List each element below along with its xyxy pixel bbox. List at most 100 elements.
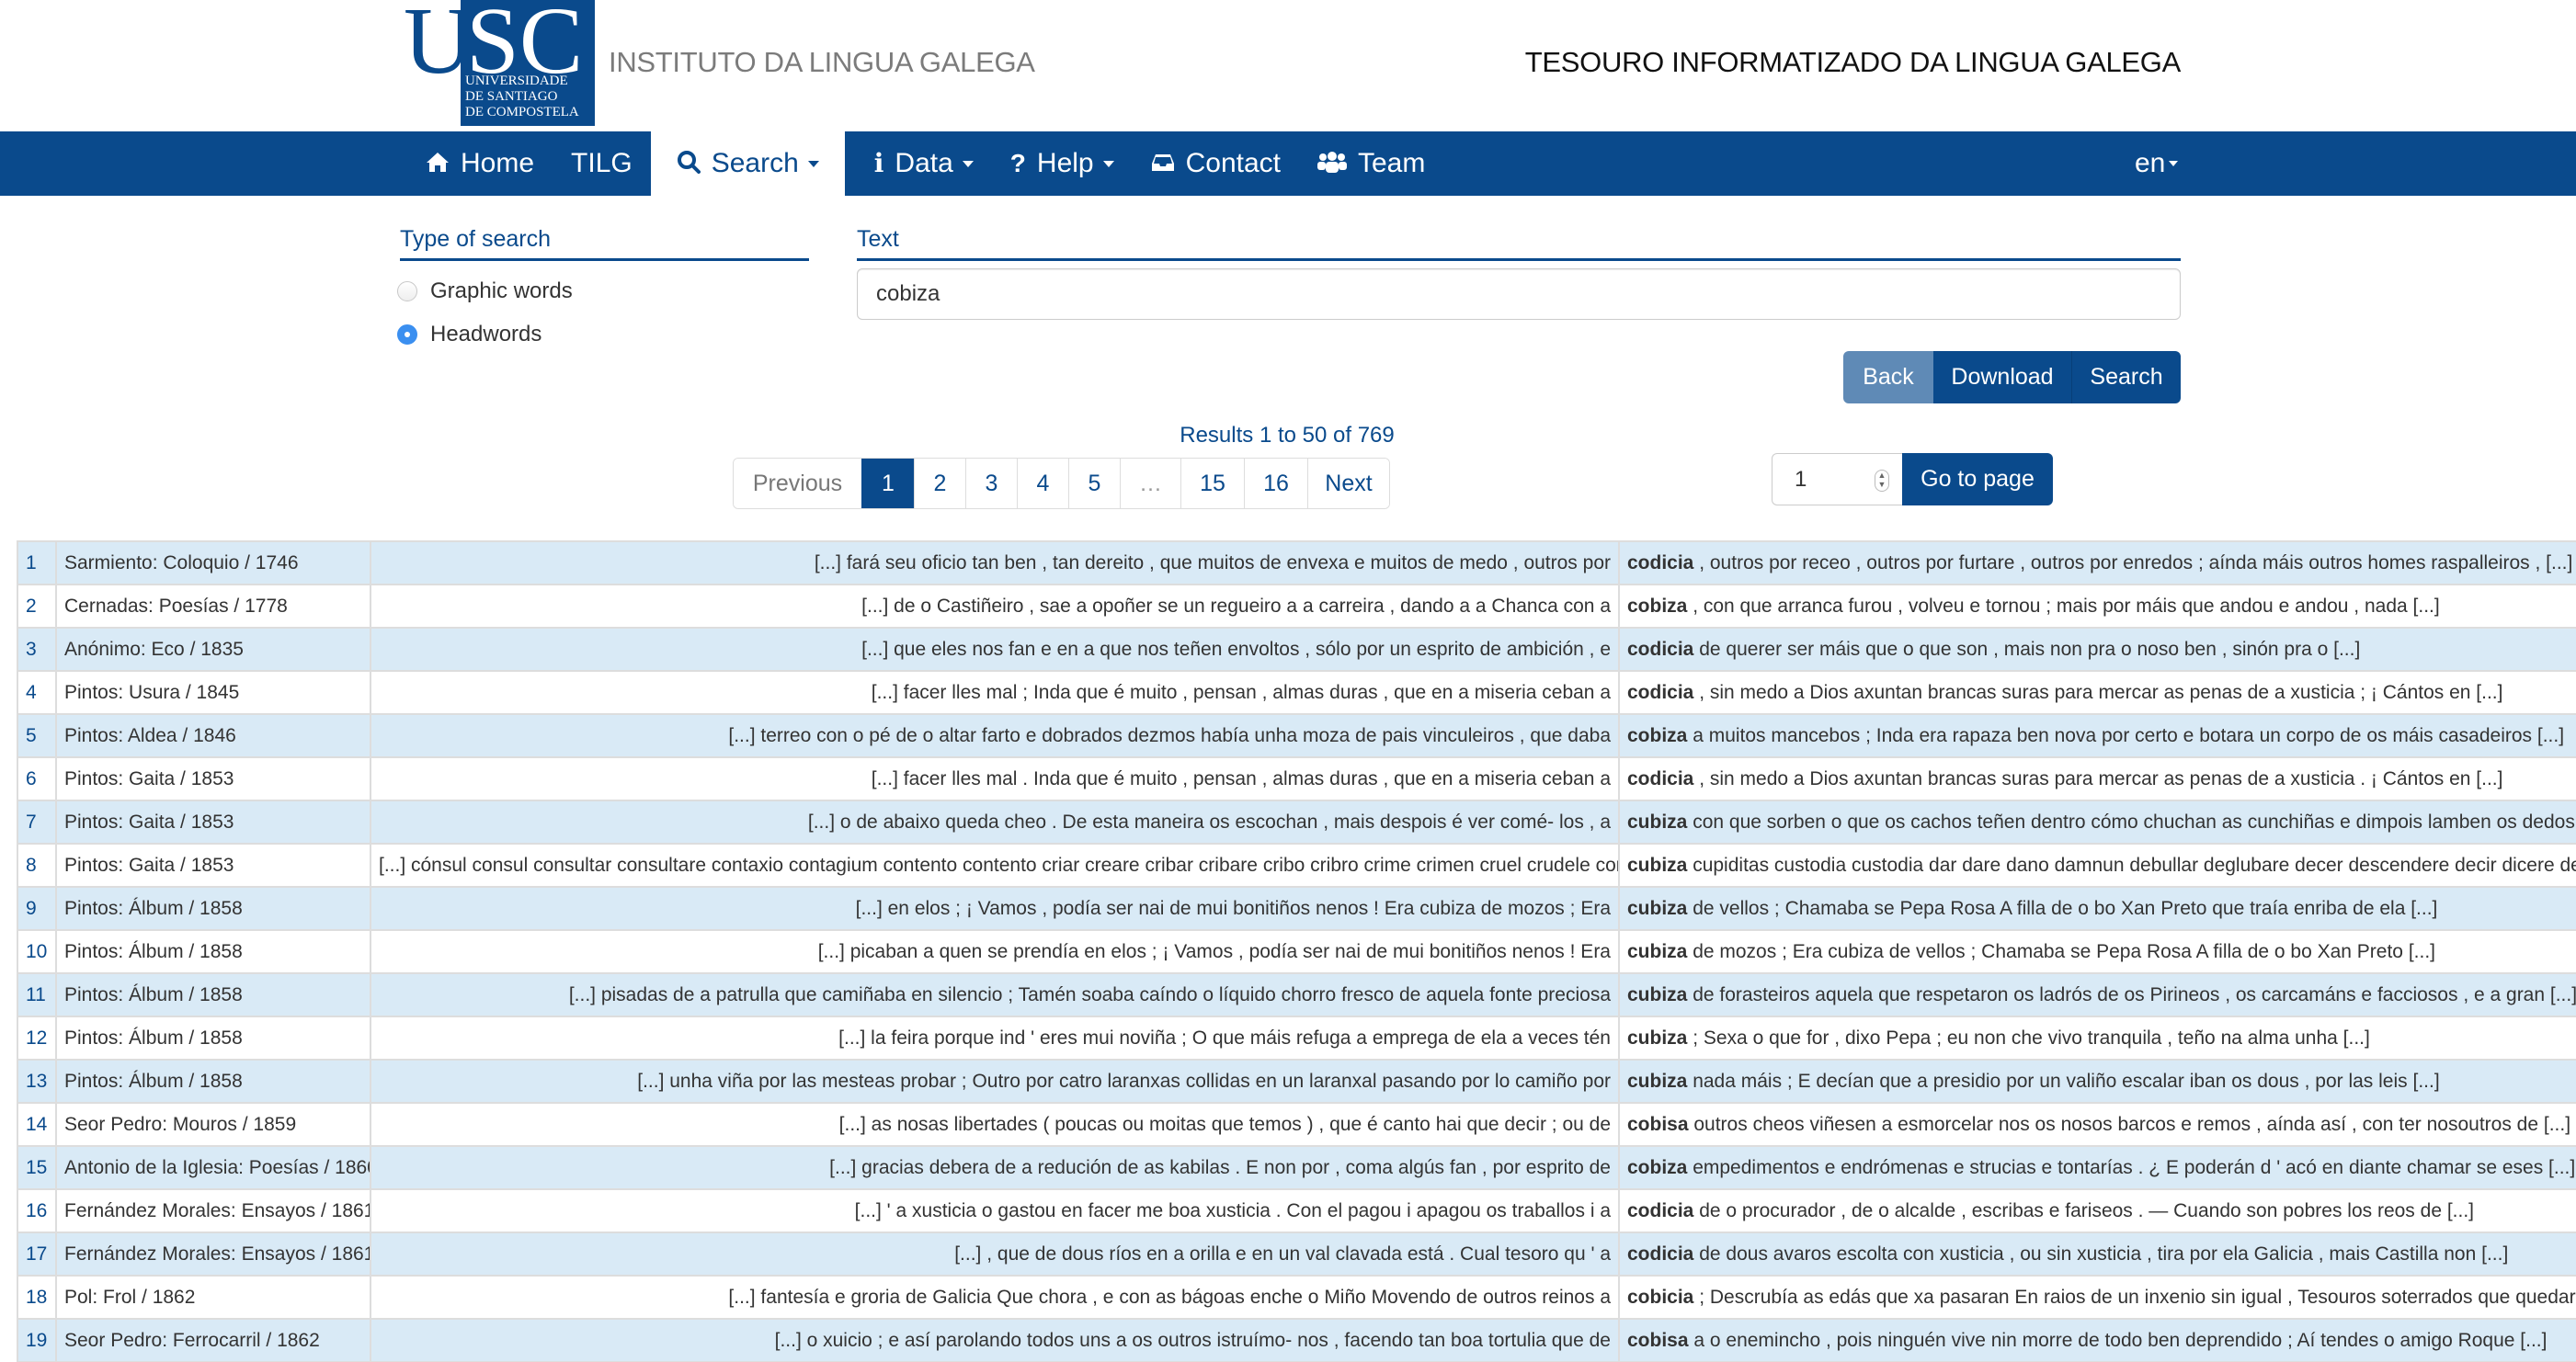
question-icon: ?: [1009, 149, 1026, 177]
table-row: 4 Pintos: Usura / 1845 [...] facer lles ma…: [17, 670, 2576, 715]
row-number-link[interactable]: 5: [26, 725, 37, 746]
goto-page-input[interactable]: 1 ▲ ▼: [1772, 453, 1902, 505]
keyword: cobiza: [1627, 724, 1688, 746]
radio-graphic-words[interactable]: Graphic words: [397, 278, 573, 304]
row-number-cell: 17: [17, 1231, 57, 1277]
chevron-down-icon: [807, 160, 819, 167]
pagination-next[interactable]: Next: [1307, 459, 1389, 508]
row-number-link[interactable]: 13: [26, 1071, 47, 1092]
keyword: codicia: [1627, 551, 1694, 573]
radio-label: Headwords: [430, 322, 542, 346]
keyword: codicia: [1627, 681, 1694, 703]
pagination-page-2[interactable]: 2: [914, 459, 965, 508]
row-number-link[interactable]: 12: [26, 1027, 47, 1049]
right-context-cell: cobisa outros cheos viñesen a esmorcelar…: [1618, 1102, 2576, 1147]
row-number-cell: 6: [17, 756, 57, 801]
row-number-link[interactable]: 3: [26, 639, 37, 660]
row-number-link[interactable]: 19: [26, 1330, 47, 1351]
spinner-arrows-icon[interactable]: ▲ ▼: [1875, 470, 1889, 492]
right-context-text: , con que arranca furou , volveu e torno…: [1687, 595, 2440, 617]
left-context-cell: [...] o de abaixo queda cheo . De esta m…: [370, 800, 1620, 845]
source-cell: Seor Pedro: Mouros / 1859: [55, 1102, 371, 1147]
row-number-link[interactable]: 17: [26, 1243, 47, 1265]
right-context-cell: codicia de o procurador , de o alcalde ,…: [1618, 1188, 2576, 1233]
text-label: Text: [857, 226, 2181, 261]
right-context-cell: cubiza cupiditas custodia custodia dar d…: [1618, 843, 2576, 888]
nav-data[interactable]: i Data: [845, 131, 992, 196]
right-context-text: de forasteiros aquela que respetaron os …: [1687, 983, 2576, 1005]
row-number-link[interactable]: 8: [26, 855, 37, 876]
nav-help-label: Help: [1036, 148, 1094, 178]
keyword: cubiza: [1627, 983, 1688, 1005]
logo-subtitle: UNIVERSIDADE DE SANTIAGO DE COMPOSTELA: [465, 74, 579, 120]
left-context-cell: [...] gracias debera de a redución de as…: [370, 1145, 1620, 1190]
logo-sub-line: DE SANTIAGO: [465, 89, 558, 104]
row-number-link[interactable]: 7: [26, 812, 37, 833]
radio-headwords[interactable]: Headwords: [397, 322, 541, 347]
nav-home[interactable]: Home: [400, 131, 553, 196]
source-cell: Anónimo: Eco / 1835: [55, 627, 371, 672]
row-number-link[interactable]: 1: [26, 552, 37, 573]
right-context-text: a o enemincho , pois ninguén vive nin mo…: [1688, 1329, 2548, 1351]
search-button[interactable]: Search: [2072, 351, 2181, 403]
search-text-input[interactable]: [857, 268, 2181, 320]
pagination-page-15[interactable]: 15: [1180, 459, 1244, 508]
source-cell: Pintos: Gaita / 1853: [55, 800, 371, 845]
nav-search[interactable]: Search: [650, 131, 845, 196]
nav-tilg[interactable]: TILG: [553, 131, 651, 196]
row-number-link[interactable]: 4: [26, 682, 37, 703]
pagination-page-4[interactable]: 4: [1017, 459, 1068, 508]
pagination-page-5[interactable]: 5: [1068, 459, 1120, 508]
table-row: 5 Pintos: Aldea / 1846 [...] terreo con o …: [17, 713, 2576, 758]
right-context-cell: cubiza de forasteiros aquela que respeta…: [1618, 972, 2576, 1017]
left-context-cell: [...] terreo con o pé de o altar farto e…: [370, 713, 1620, 758]
row-number-link[interactable]: 16: [26, 1200, 47, 1221]
main-navbar: Home TILG Search i Data ? Help Contact T…: [0, 131, 2576, 196]
keyword: codicia: [1627, 1199, 1694, 1221]
right-context-text: de querer ser máis que o que son , mais …: [1693, 638, 2361, 660]
right-context-cell: codicia de querer ser máis que o que son…: [1618, 627, 2576, 672]
pagination-previous[interactable]: Previous: [734, 459, 861, 508]
row-number-cell: 4: [17, 670, 57, 715]
row-number-link[interactable]: 18: [26, 1287, 47, 1308]
team-icon: [1317, 150, 1347, 178]
row-number-link[interactable]: 10: [26, 941, 47, 962]
row-number-link[interactable]: 9: [26, 898, 37, 919]
pagination-page-3[interactable]: 3: [965, 459, 1017, 508]
nav-team-label: Team: [1358, 148, 1426, 178]
right-context-text: a muitos mancebos ; Inda era rapaza ben …: [1687, 724, 2565, 746]
right-context-cell: cubiza de mozos ; Era cubiza de vellos ;…: [1618, 929, 2576, 974]
table-row: 6 Pintos: Gaita / 1853 [...] facer lles ma…: [17, 756, 2576, 801]
left-context-cell: [...] cónsul consul consultar consultare…: [370, 843, 1620, 888]
row-number-link[interactable]: 11: [26, 984, 46, 1005]
back-button[interactable]: Back: [1843, 351, 1933, 403]
right-context-text: de mozos ; Era cubiza de vellos ; Chamab…: [1687, 940, 2435, 962]
goto-page-button[interactable]: Go to page: [1902, 453, 2053, 505]
nav-help[interactable]: ? Help: [992, 131, 1133, 196]
search-icon: [677, 150, 701, 178]
nav-home-label: Home: [461, 148, 535, 178]
language-selector[interactable]: en: [2135, 131, 2179, 196]
page: U SC UNIVERSIDADE DE SANTIAGO DE COMPOST…: [0, 0, 2576, 1362]
left-context-cell: [...] as nosas libertades ( poucas ou mo…: [370, 1102, 1620, 1147]
row-number-link[interactable]: 6: [26, 768, 37, 789]
row-number-link[interactable]: 15: [26, 1157, 47, 1178]
right-context-cell: codicia , sin medo a Dios axuntan branca…: [1618, 670, 2576, 715]
source-cell: Antonio de la Iglesia: Poesías / 1860: [55, 1145, 371, 1190]
radio-button[interactable]: [397, 281, 417, 301]
results-summary: Results 1 to 50 of 769: [1180, 423, 1395, 448]
action-buttons: Back Download Search: [1843, 351, 2181, 403]
nav-contact[interactable]: Contact: [1133, 131, 1299, 196]
right-context-cell: cubiza ; Sexa o que for , dixo Pepa ; eu…: [1618, 1016, 2576, 1061]
usc-logo[interactable]: U SC UNIVERSIDADE DE SANTIAGO DE COMPOST…: [400, 0, 595, 126]
radio-button-checked[interactable]: [397, 324, 417, 345]
row-number-link[interactable]: 14: [26, 1114, 47, 1135]
row-number-cell: 11: [17, 972, 57, 1017]
pagination-page-16[interactable]: 16: [1244, 459, 1307, 508]
pagination-page-1[interactable]: 1: [861, 459, 914, 508]
left-context-cell: [...] unha viña por las mesteas probar ;…: [370, 1059, 1620, 1104]
row-number-link[interactable]: 2: [26, 596, 37, 617]
download-button[interactable]: Download: [1933, 351, 2072, 403]
right-context-text: , outros por receo , outros por furtare …: [1693, 551, 2573, 573]
nav-team[interactable]: Team: [1299, 131, 1443, 196]
